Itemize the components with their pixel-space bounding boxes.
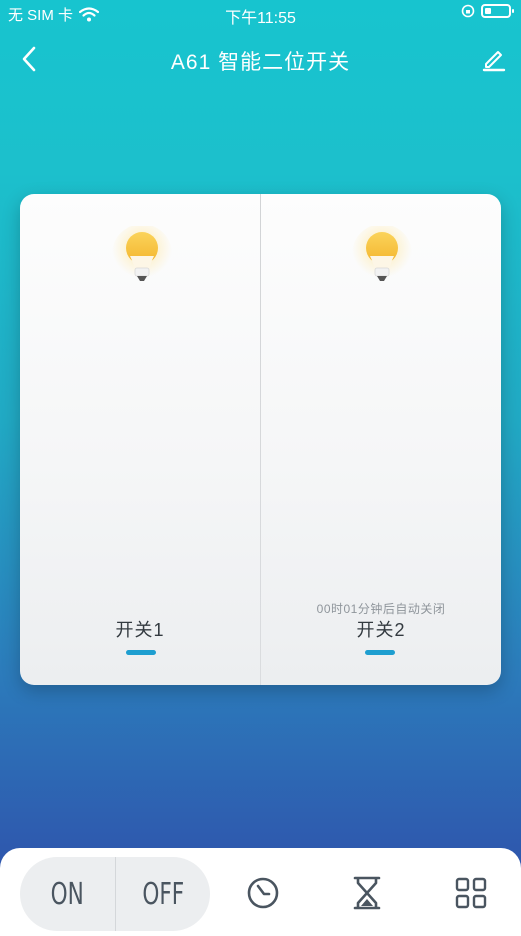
off-button[interactable]: OFF xyxy=(129,857,197,931)
hourglass-icon xyxy=(353,876,381,910)
on-button[interactable]: ON xyxy=(33,857,101,931)
switch-1[interactable]: 开关1 xyxy=(20,194,260,685)
countdown-button[interactable] xyxy=(344,870,390,916)
orientation-lock-icon xyxy=(461,4,475,18)
edit-button[interactable] xyxy=(477,42,511,76)
switch-panel: 开关1 00时01分钟后自动关闭 开关2 xyxy=(20,194,501,685)
grid-icon xyxy=(455,877,487,909)
switch-1-label: 开关1 xyxy=(115,620,165,640)
clock-icon xyxy=(247,877,279,909)
more-button[interactable] xyxy=(448,870,494,916)
page-title: A61 智能二位开关 xyxy=(170,51,351,74)
switch-2[interactable]: 00时01分钟后自动关闭 开关2 xyxy=(261,194,501,685)
switch-2-indicator xyxy=(365,650,395,655)
on-off-toggle-group: ON OFF xyxy=(20,857,210,931)
on-off-separator xyxy=(114,857,116,931)
battery-icon xyxy=(481,4,514,18)
switch-2-label: 开关2 xyxy=(356,620,406,640)
schedule-button[interactable] xyxy=(240,870,286,916)
switch-2-timer: 00时01分钟后自动关闭 xyxy=(316,602,446,616)
light-bulb-icon xyxy=(112,226,172,284)
pencil-icon xyxy=(482,51,506,72)
status-right xyxy=(461,4,514,18)
status-time: 下午11:55 xyxy=(225,10,296,27)
nav-bar: A61 智能二位开关 xyxy=(0,38,521,78)
switch-1-indicator xyxy=(126,650,156,655)
light-bulb-icon xyxy=(352,226,412,284)
status-bar: 无 SIM 卡 下午11:55 xyxy=(0,0,521,28)
bottom-toolbar: ON OFF xyxy=(0,848,521,936)
